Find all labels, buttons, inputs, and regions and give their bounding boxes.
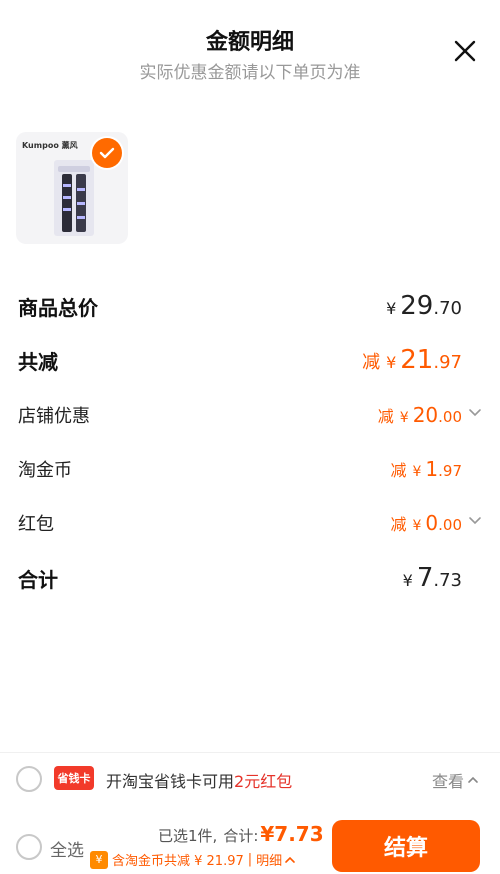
taobao-coin-label: 淘金币 [18, 460, 72, 481]
savings-card-checkbox[interactable] [16, 766, 42, 792]
header: 金额明细 实际优惠金额请以下单页为准 [0, 0, 500, 100]
checkmark-icon [99, 147, 115, 159]
row-grand-total: 合计 ¥7.73 [18, 558, 484, 598]
page-title: 金额明细 [205, 30, 294, 55]
total-reduction-label: 共减 [18, 349, 58, 374]
chevron-down-icon[interactable] [466, 404, 484, 422]
total-reduction-amount: 减 ¥21.97 [362, 345, 462, 375]
chevron-up-icon [468, 776, 478, 783]
red-packet-amount: 减 ¥0.00 [390, 511, 484, 535]
divider [0, 752, 500, 753]
coin-icon: ¥ [90, 850, 108, 869]
store-discount-label: 店铺优惠 [18, 406, 90, 427]
grand-total-label: 合计 [18, 567, 58, 592]
chevron-down-icon[interactable] [466, 512, 484, 530]
red-packet-label: 红包 [18, 514, 54, 535]
selected-summary: 已选1件, 合计: ¥7.73 [158, 822, 324, 846]
checkout-button[interactable]: 结算 [332, 820, 480, 872]
select-all-checkbox[interactable] [16, 834, 42, 860]
row-taobao-coin: 淘金币 减 ¥1.97 [18, 449, 484, 489]
close-icon [454, 40, 476, 62]
page-subtitle: 实际优惠金额请以下单页为准 [139, 63, 361, 83]
product-image [54, 160, 94, 236]
product-selected-badge[interactable] [92, 138, 122, 168]
footer-total-amount: ¥7.73 [260, 822, 324, 846]
select-all-label[interactable]: 全选 [50, 836, 84, 861]
row-total-price: 商品总价 ¥29.70 [18, 286, 484, 326]
savings-card-promo: 省钱卡 开淘宝省钱卡可用2元红包 查看 [0, 756, 500, 802]
row-red-packet[interactable]: 红包 减 ¥0.00 [18, 503, 484, 543]
chevron-up-icon [285, 856, 295, 863]
checkout-bar: 全选 已选1件, 合计: ¥7.73 ¥ 含淘金币共减 ¥ 21.97 | 明细… [0, 814, 500, 874]
total-price-amount: ¥29.70 [386, 291, 462, 321]
view-button[interactable]: 查看 [432, 768, 480, 792]
total-price-label: 商品总价 [18, 295, 98, 320]
savings-card-badge: 省钱卡 [54, 766, 94, 790]
row-store-discount[interactable]: 店铺优惠 减 ¥20.00 [18, 395, 484, 435]
store-discount-amount: 减 ¥20.00 [378, 403, 484, 427]
grand-total-amount: ¥7.73 [402, 563, 462, 593]
close-button[interactable] [450, 36, 480, 66]
product-brand: Kumpoo 薰风 [22, 141, 78, 150]
detail-button[interactable]: 明细 [256, 850, 296, 869]
coin-discount-line: ¥ 含淘金币共减 ¥ 21.97 | 明细 [90, 850, 296, 869]
savings-card-text: 开淘宝省钱卡可用2元红包 [106, 772, 293, 791]
taobao-coin-amount: 减 ¥1.97 [390, 457, 462, 481]
row-total-reduction: 共减 减 ¥21.97 [18, 340, 484, 380]
